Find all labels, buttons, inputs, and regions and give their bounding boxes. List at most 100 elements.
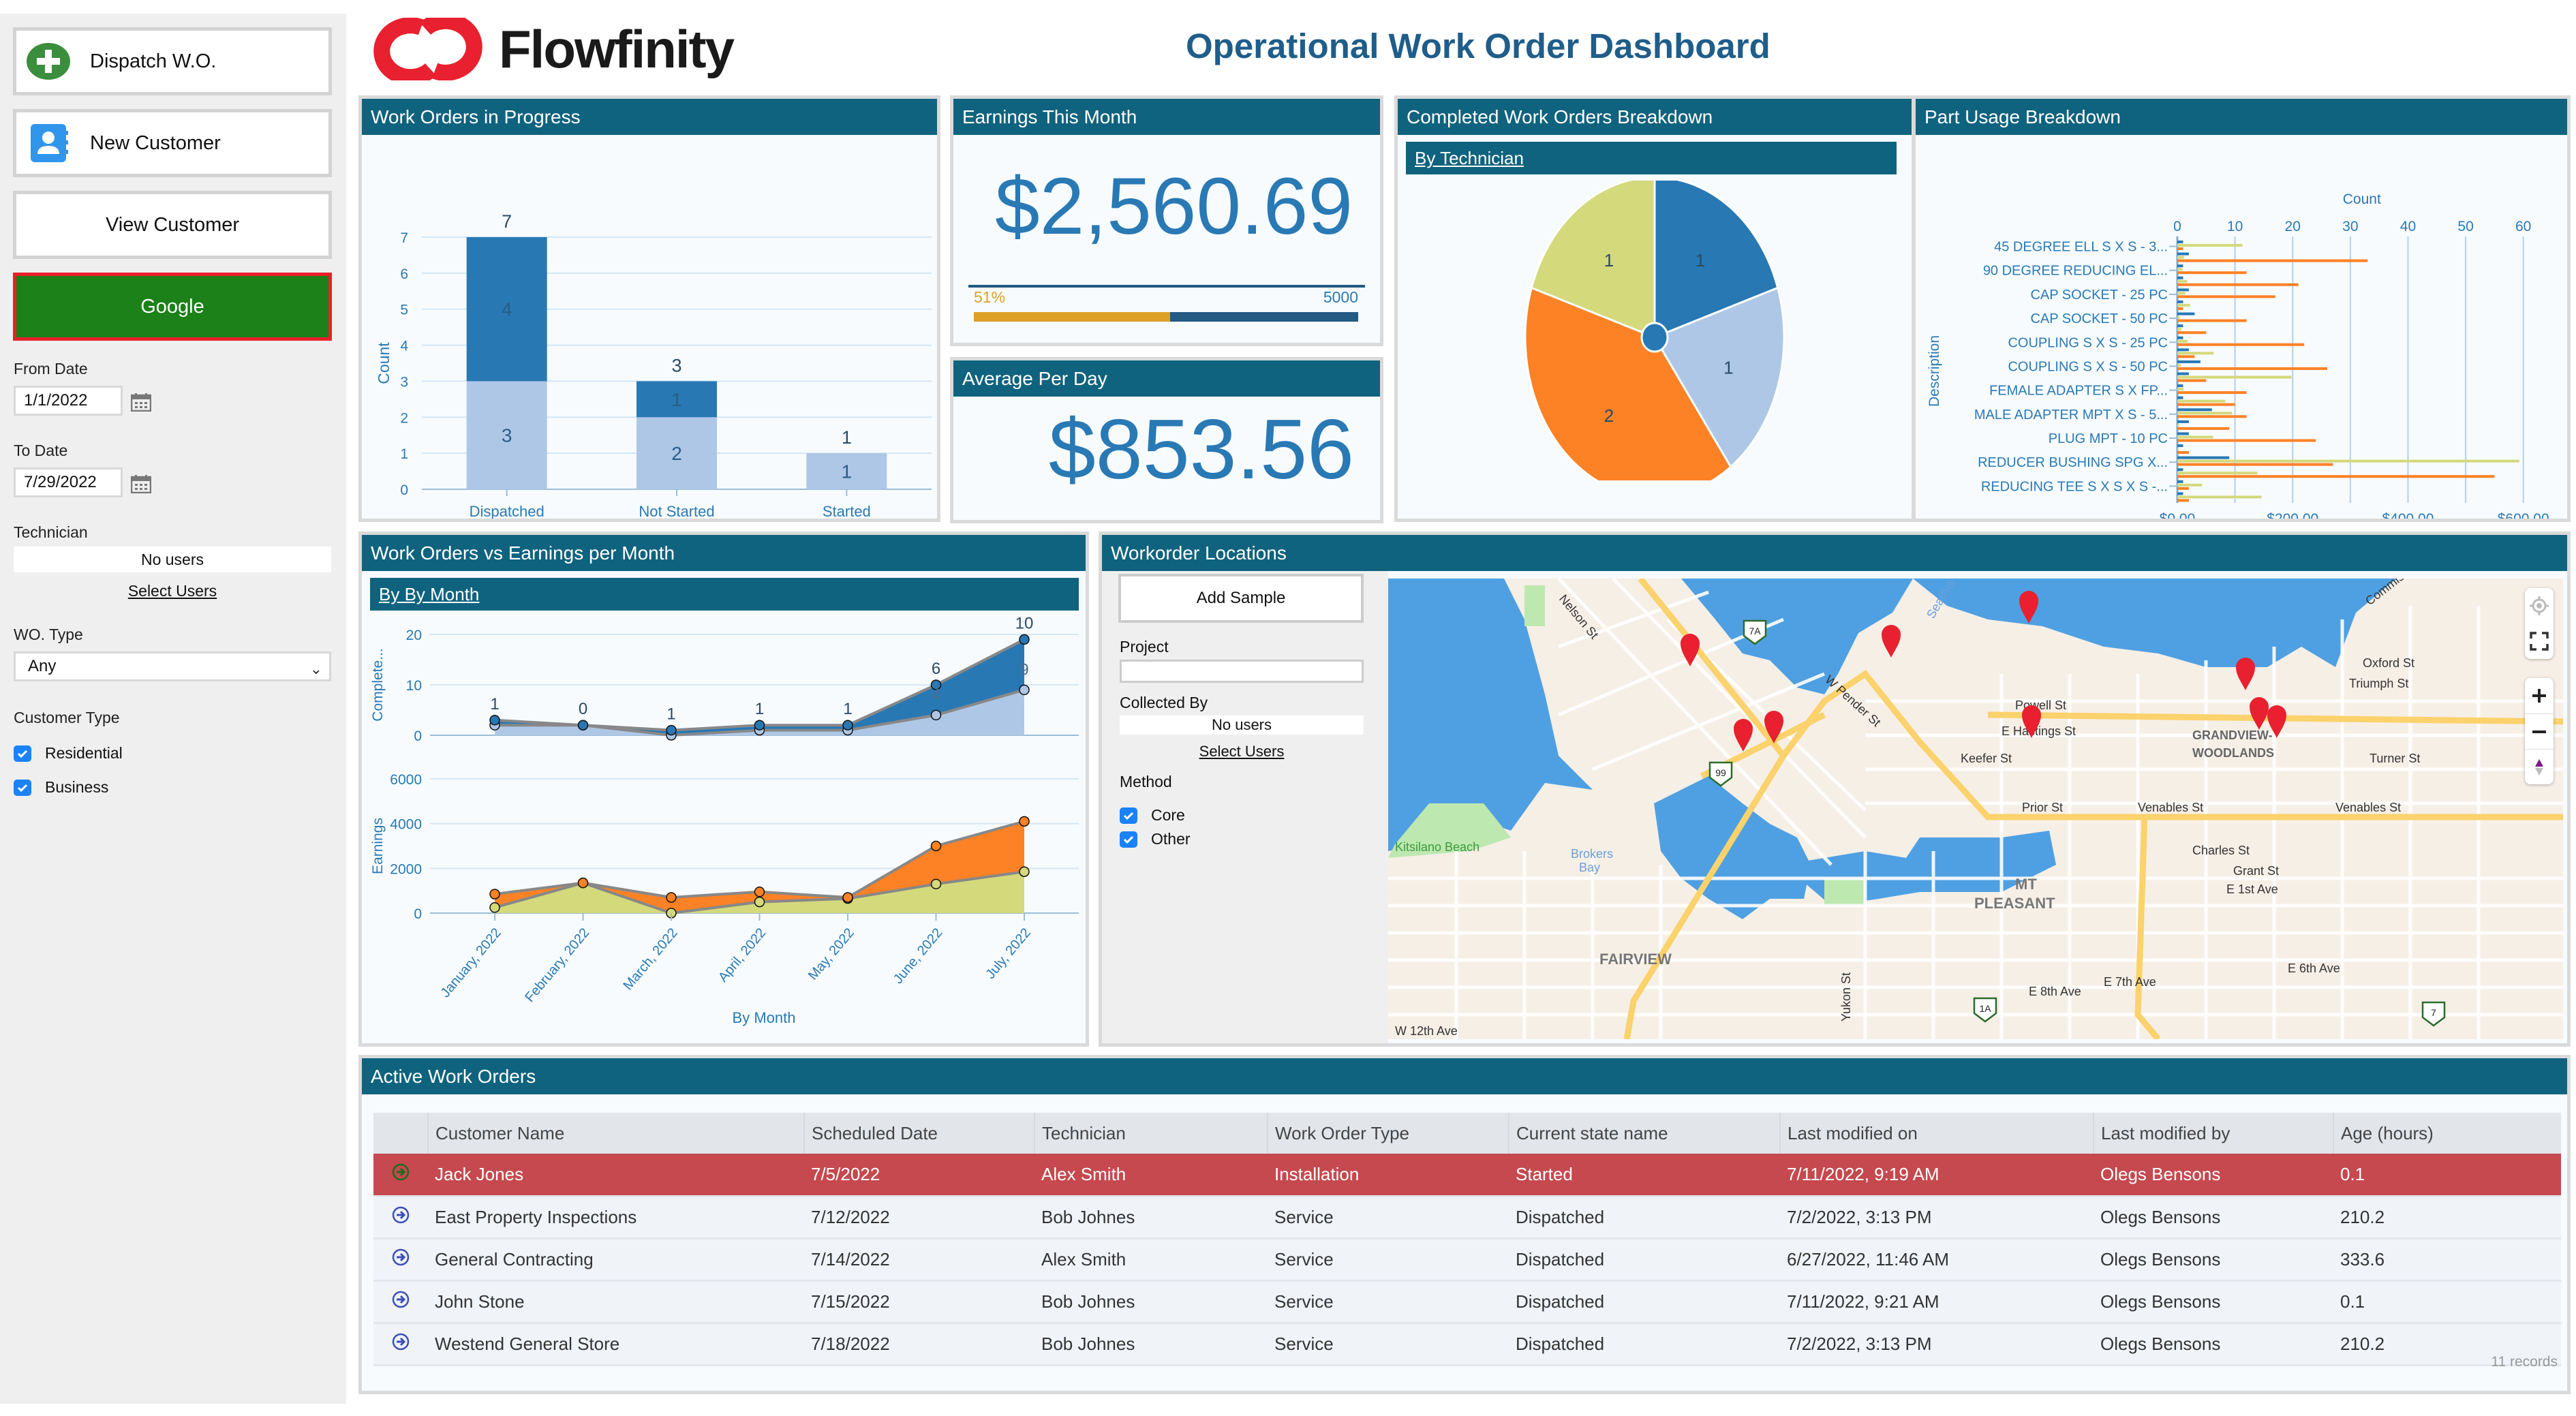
cell-type: Installation — [1268, 1154, 1509, 1197]
business-label: Business — [45, 778, 109, 796]
table-row[interactable]: John Stone 7/15/2022 Bob Johnes Service Disp… — [373, 1280, 2561, 1324]
from-date-input[interactable]: 1/1/2022 — [14, 386, 123, 416]
cell-customer: Westend General Store — [428, 1323, 804, 1366]
checkbox-checked-icon[interactable] — [1120, 807, 1137, 824]
table-row[interactable]: Jack Jones 7/5/2022 Alex Smith Installation… — [373, 1154, 2561, 1197]
data-label: 1 — [490, 695, 499, 713]
select-users-link[interactable]: Select Users — [1120, 743, 1364, 760]
bottom-tick-label: $0.00 — [2160, 511, 2196, 519]
cell-date: 7/12/2022 — [804, 1196, 1034, 1240]
project-input[interactable] — [1120, 660, 1364, 683]
add-sample-button[interactable]: Add Sample — [1118, 574, 1364, 623]
bar-value-label: 3 — [502, 425, 512, 446]
checkbox-checked-icon[interactable] — [14, 779, 31, 796]
column-header-scheduled-date[interactable]: Scheduled Date — [803, 1113, 1034, 1154]
data-point — [754, 896, 765, 908]
open-row-icon[interactable] — [373, 1196, 428, 1240]
open-row-icon[interactable] — [373, 1323, 428, 1366]
part-bar — [2177, 303, 2190, 307]
column-header-modified-on[interactable]: Last modified on — [1779, 1113, 2094, 1154]
y-tick-label: 5 — [400, 303, 408, 318]
business-checkbox[interactable]: Business — [14, 778, 108, 797]
data-label: 4 — [932, 686, 940, 704]
park-area — [1524, 585, 1545, 626]
column-header-technician[interactable]: Technician — [1034, 1113, 1268, 1154]
map-marker-icon — [1882, 625, 1901, 658]
compass-icon[interactable] — [2525, 749, 2554, 784]
column-header-state[interactable]: Current state name — [1508, 1113, 1780, 1154]
column-header-modified-by[interactable]: Last modified by — [2093, 1113, 2333, 1154]
part-bar — [2177, 252, 2189, 256]
x-tick-label: June, 2022 — [891, 925, 945, 987]
sidebar: Dispatch W.O. New Customer View Customer… — [0, 14, 346, 1404]
svg-text:7A: 7A — [1749, 626, 1761, 636]
calendar-icon[interactable] — [130, 474, 152, 494]
to-date-input[interactable]: 7/29/2022 — [14, 467, 123, 497]
map-view[interactable]: 7A 99 1A 7 Nelson St SeaBus W Pender St … — [1388, 579, 2563, 1039]
part-bar — [2177, 451, 2189, 455]
part-bar — [2177, 283, 2299, 286]
flowfinity-logo-icon — [373, 18, 482, 80]
data-point — [842, 892, 853, 903]
table-row[interactable]: East Property Inspections 7/12/2022 Bob Jo… — [373, 1196, 2561, 1240]
column-header-customer[interactable]: Customer Name — [427, 1113, 804, 1154]
svg-text:1A: 1A — [1979, 1003, 1991, 1014]
completed-pie-chart: 1 1 2 1 — [1524, 181, 1785, 480]
checkbox-checked-icon[interactable] — [14, 745, 31, 762]
open-row-icon[interactable] — [373, 1280, 428, 1324]
other-checkbox[interactable]: Other — [1120, 830, 1191, 848]
core-checkbox[interactable]: Core — [1120, 806, 1185, 825]
part-bar — [2177, 367, 2327, 370]
data-point — [489, 889, 500, 899]
cell-tech: Bob Johnes — [1034, 1323, 1268, 1366]
data-label: 1 — [755, 700, 764, 718]
zoom-in-icon[interactable] — [2525, 678, 2554, 713]
page-title: Operational Work Order Dashboard — [1186, 27, 1770, 65]
part-bar — [2177, 264, 2183, 268]
data-label: 9 — [1019, 660, 1028, 679]
locate-icon[interactable] — [2525, 588, 2554, 624]
dispatch-wo-label: Dispatch W.O. — [90, 50, 217, 72]
new-customer-label: New Customer — [90, 132, 221, 154]
view-customer-button[interactable]: View Customer — [13, 191, 332, 259]
residential-checkbox[interactable]: Residential — [14, 744, 123, 763]
part-bar — [2177, 276, 2183, 279]
part-usage-chart: 0 10 20 30 40 50 60 Count $0.00 $200.00 $400.00 $60… — [1927, 191, 2549, 558]
zoom-out-icon[interactable] — [2525, 713, 2554, 749]
svg-text:Prior St: Prior St — [2022, 801, 2063, 814]
y-tick-label: PLUG MPT - 10 PC — [2049, 431, 2168, 446]
dispatch-wo-button[interactable]: Dispatch W.O. — [13, 27, 332, 95]
cell-customer: East Property Inspections — [428, 1196, 804, 1240]
checkbox-checked-icon[interactable] — [1120, 831, 1137, 848]
cell-tech: Bob Johnes — [1034, 1196, 1268, 1240]
table-row[interactable]: Westend General Store 7/18/2022 Bob Johnes… — [373, 1323, 2561, 1366]
park-area — [1824, 878, 1865, 906]
top-tick-label: 40 — [2400, 219, 2416, 234]
select-users-link[interactable]: Select Users — [14, 582, 331, 600]
by-technician-link[interactable]: By Technician — [1406, 142, 1897, 174]
cell-age: 0.1 — [2333, 1280, 2561, 1324]
open-row-icon[interactable] — [373, 1238, 428, 1282]
data-point — [842, 720, 853, 730]
by-month-link[interactable]: By By Month — [370, 578, 1079, 611]
open-row-icon[interactable] — [373, 1154, 428, 1197]
part-bar — [2177, 483, 2203, 487]
wo-type-select[interactable]: Any ⌄ — [14, 651, 331, 681]
svg-text:Venables St: Venables St — [2335, 801, 2401, 814]
fullscreen-icon[interactable] — [2525, 624, 2554, 659]
column-header-wo-type[interactable]: Work Order Type — [1267, 1113, 1509, 1154]
bottom-tick-label: $200.00 — [2267, 511, 2318, 519]
google-button[interactable]: Google — [13, 273, 332, 341]
column-header-age[interactable]: Age (hours) — [2333, 1113, 2561, 1154]
calendar-icon[interactable] — [130, 393, 152, 412]
y-tick-label: 0 — [414, 906, 422, 922]
svg-text:Triumph St: Triumph St — [2349, 677, 2408, 690]
part-bar — [2177, 379, 2207, 382]
bar-total-label: 7 — [502, 211, 512, 232]
new-customer-button[interactable]: New Customer — [13, 109, 332, 177]
table-row[interactable]: General Contracting 7/14/2022 Alex Smith Se… — [373, 1238, 2561, 1282]
from-date-label: From Date — [14, 360, 88, 378]
logo-text: Flowfinity — [499, 18, 735, 79]
part-bar — [2177, 319, 2247, 322]
panel-title: Completed Work Orders Breakdown — [1398, 99, 1912, 135]
